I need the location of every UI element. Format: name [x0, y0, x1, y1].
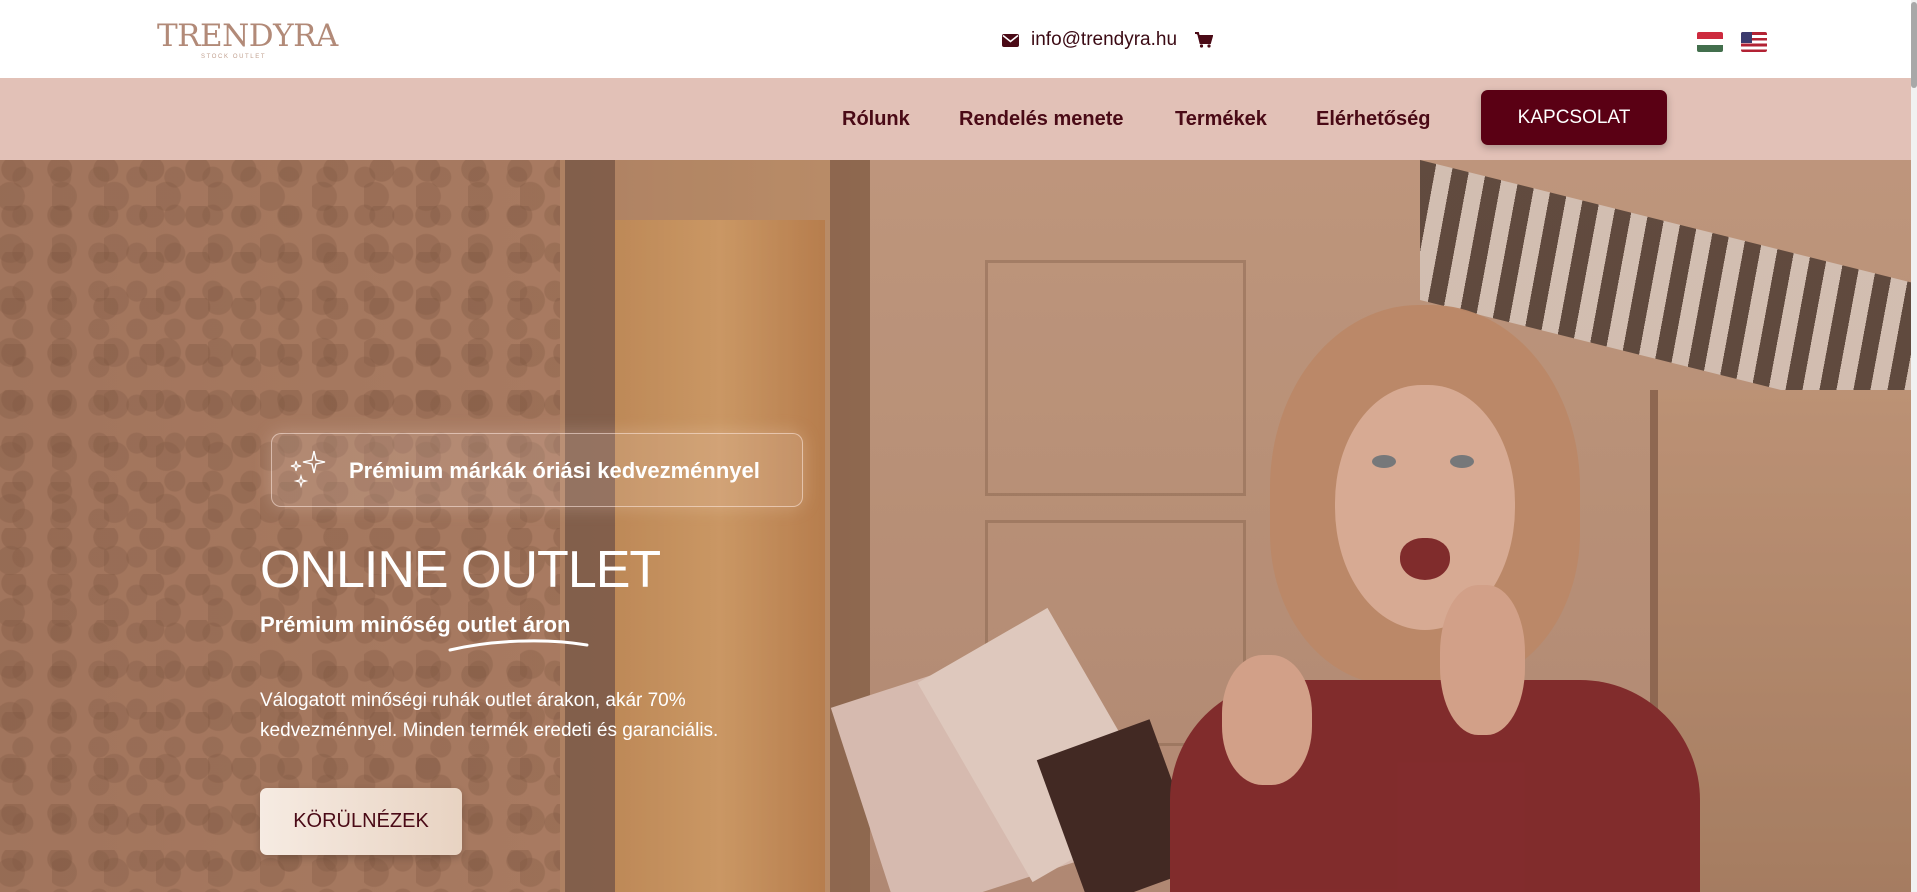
nav-item-rolunk[interactable]: Rólunk: [842, 108, 910, 131]
hero-overlay: [0, 160, 1917, 892]
underline-decoration-icon: [446, 636, 591, 654]
promo-badge: Prémium márkák óriási kedvezménnyel: [271, 433, 803, 507]
logo-text: TRENDYRA: [157, 18, 338, 54]
sparkle-icon: [287, 449, 329, 491]
page-scrollbar[interactable]: [1911, 0, 1917, 892]
contact-button[interactable]: KAPCSOLAT: [1481, 90, 1667, 145]
nav-item-rendeles-menete[interactable]: Rendelés menete: [959, 108, 1124, 131]
scrollbar-thumb[interactable]: [1911, 2, 1917, 88]
envelope-icon: [1002, 33, 1019, 47]
nav-item-termekek[interactable]: Termékek: [1175, 108, 1267, 131]
hungarian-flag-icon[interactable]: [1697, 32, 1723, 52]
hero-description: Válogatott minőségi ruhák outlet árakon,…: [260, 690, 719, 741]
hero-section: [0, 160, 1917, 892]
us-flag-icon[interactable]: [1741, 32, 1767, 52]
logo[interactable]: TRENDYRA STOCK OUTLET: [157, 16, 338, 60]
main-nav: Rólunk Rendelés menete Termékek Elérhető…: [0, 78, 1917, 160]
hero-subtitle: Prémium minőség outlet áron: [260, 612, 571, 637]
promo-badge-text: Prémium márkák óriási kedvezménnyel: [349, 458, 760, 483]
top-bar: TRENDYRA STOCK OUTLET info@trendyra.hu: [0, 0, 1917, 78]
nav-item-elerhetoseg[interactable]: Elérhetőség: [1316, 108, 1430, 131]
browse-button[interactable]: KÖRÜLNÉZEK: [260, 788, 462, 855]
contact-info: info@trendyra.hu: [1002, 28, 1214, 52]
hero-title: ONLINE OUTLET: [260, 541, 661, 599]
logo-subtext: STOCK OUTLET: [201, 54, 267, 60]
cart-icon[interactable]: [1195, 32, 1214, 48]
email-link[interactable]: info@trendyra.hu: [1031, 29, 1177, 51]
